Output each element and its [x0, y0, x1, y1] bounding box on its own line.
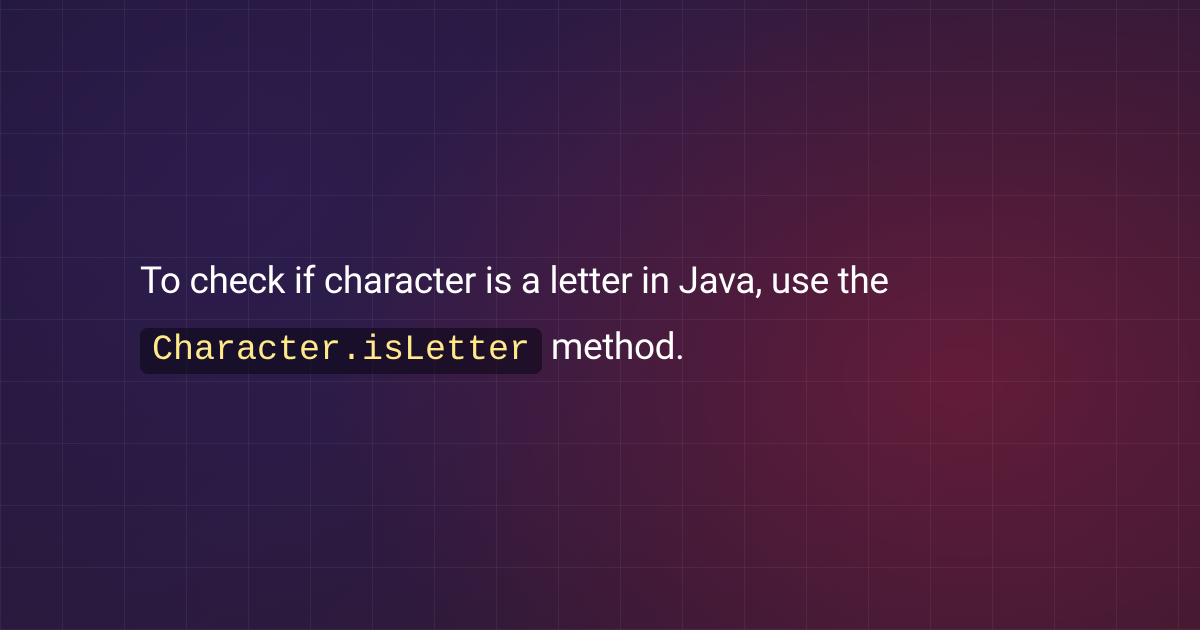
content-area: To check if character is a letter in Jav… [0, 0, 1200, 630]
sentence-prefix: To check if character is a letter in Jav… [140, 260, 889, 303]
code-snippet: Character.isLetter [140, 328, 542, 374]
description-text: To check if character is a letter in Jav… [140, 249, 1060, 381]
sentence-suffix: method. [551, 326, 685, 369]
hero-card: To check if character is a letter in Jav… [0, 0, 1200, 630]
